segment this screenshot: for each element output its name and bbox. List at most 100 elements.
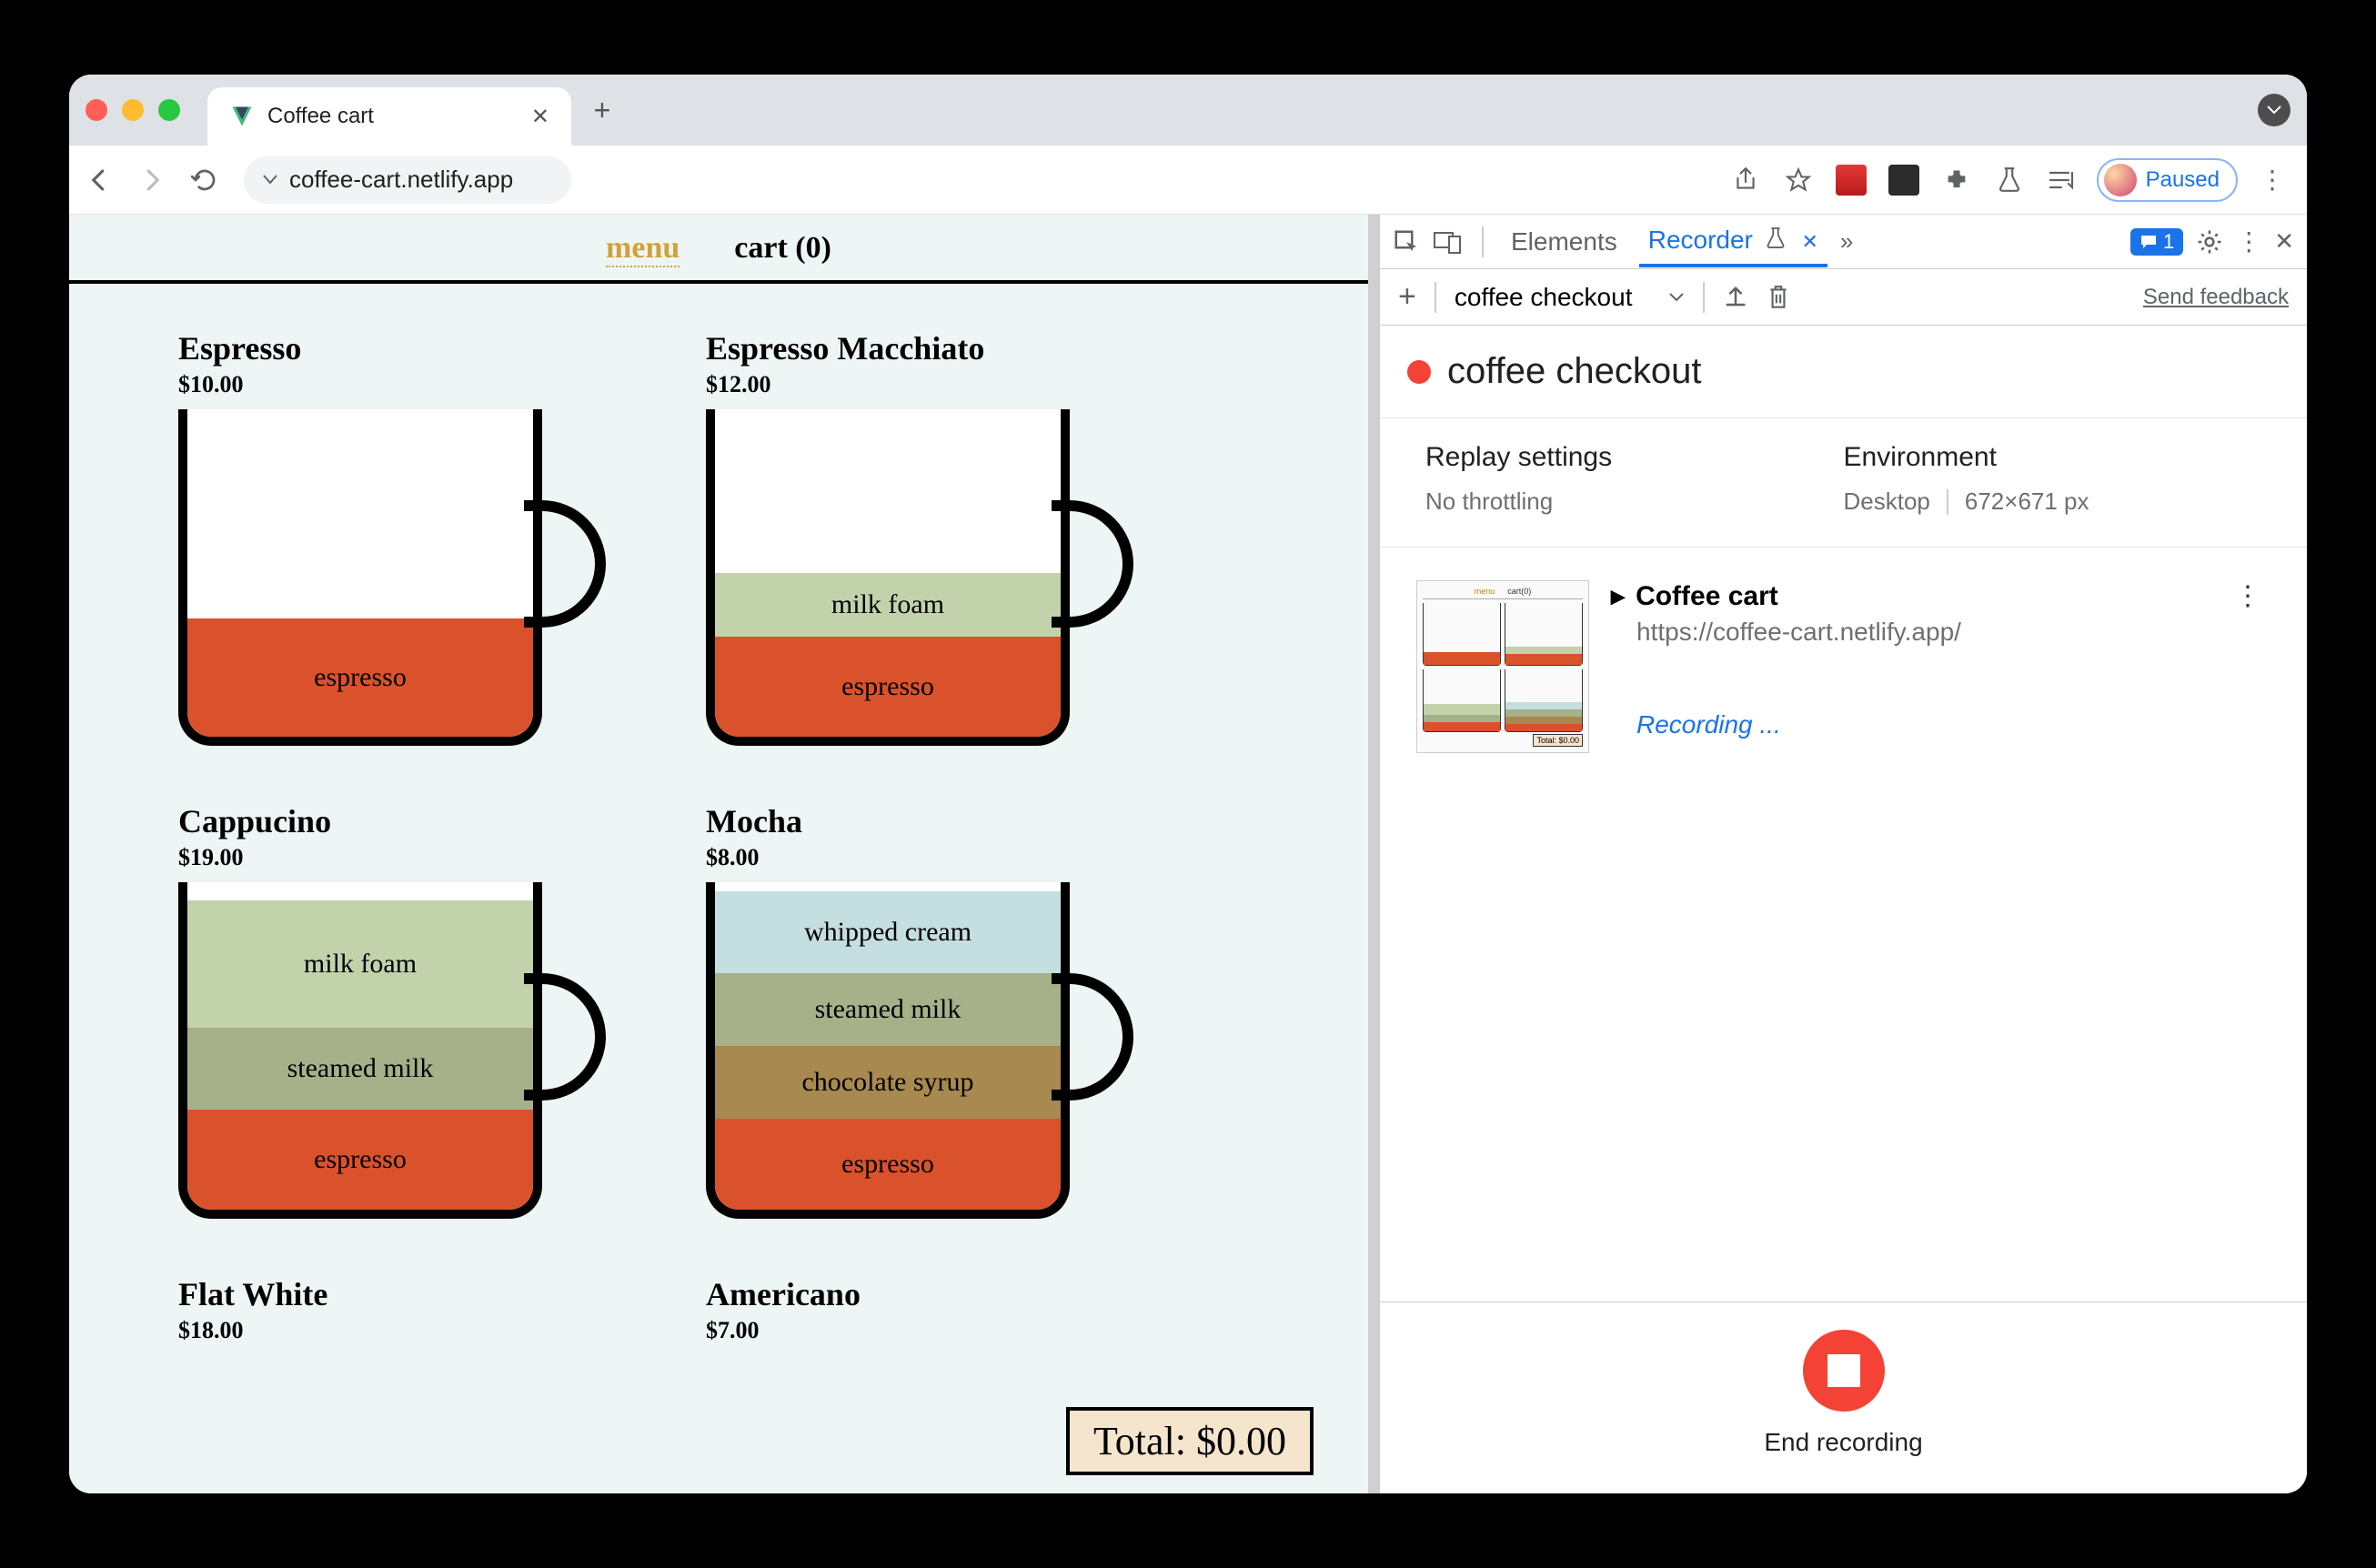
messages-badge[interactable]: 1 <box>2130 228 2183 256</box>
extension-icon-1[interactable] <box>1833 162 1869 198</box>
cup-layer: milk foam <box>715 573 1061 637</box>
cart-total[interactable]: Total: $0.00 <box>1066 1407 1314 1475</box>
browser-toolbar: coffee-cart.netlify.app Paused ⋮ <box>69 146 2307 215</box>
cup-layer: chocolate syrup <box>715 1046 1061 1119</box>
nav-cart-link[interactable]: cart (0) <box>734 231 831 267</box>
cup-layer: espresso <box>187 618 533 737</box>
replay-settings-heading: Replay settings <box>1425 442 1844 473</box>
product-card[interactable]: Mocha$8.00whipped creamsteamed milkchoco… <box>706 802 1179 1230</box>
step-menu-button[interactable]: ⋮ <box>2234 580 2261 612</box>
product-price: $8.00 <box>706 844 1179 871</box>
products-grid: Espresso$10.00espressoEspresso Macchiato… <box>69 284 1368 1390</box>
site-info-icon[interactable] <box>262 174 278 186</box>
divider <box>1482 226 1484 257</box>
forward-button[interactable] <box>138 166 175 194</box>
product-price: $10.00 <box>178 371 651 398</box>
browser-tab[interactable]: Coffee cart ✕ <box>207 87 571 146</box>
divider <box>1947 489 1948 515</box>
device-toggle-icon[interactable] <box>1433 229 1464 255</box>
extension-icon-2[interactable] <box>1886 162 1922 198</box>
cup-body: whipped creamsteamed milkchocolate syrup… <box>706 882 1070 1219</box>
product-price: $7.00 <box>706 1317 1179 1344</box>
extensions-puzzle-icon[interactable] <box>1938 162 1975 198</box>
nav-menu-link[interactable]: menu <box>606 231 680 267</box>
environment-size: 672×671 px <box>1965 487 2089 516</box>
close-window-button[interactable] <box>86 99 107 121</box>
devtools-splitter[interactable] <box>1368 215 1379 1493</box>
product-name: Americano <box>706 1275 1179 1313</box>
browser-window: Coffee cart ✕ + coffee-cart.netlify.app <box>69 75 2307 1493</box>
product-name: Cappucino <box>178 802 651 840</box>
cup-handle <box>524 500 606 628</box>
page-nav: menu cart (0) <box>69 215 1368 284</box>
back-button[interactable] <box>86 166 122 194</box>
replay-settings[interactable]: Replay settings No throttling <box>1425 442 1844 516</box>
recorder-footer: End recording <box>1380 1302 2307 1493</box>
reload-button[interactable] <box>191 166 227 194</box>
devtools-panel: Elements Recorder ✕ » 1 ⋮ ✕ <box>1379 215 2307 1493</box>
close-panel-icon[interactable]: ✕ <box>1801 230 1817 253</box>
cup-body: milk foamsteamed milkespresso <box>178 882 542 1219</box>
settings-gear-icon[interactable] <box>2196 228 2223 256</box>
product-card[interactable]: Flat White$18.00 <box>178 1275 651 1344</box>
cup-layer: espresso <box>715 637 1061 737</box>
elements-tab[interactable]: Elements <box>1502 218 1626 266</box>
recording-selector[interactable]: coffee checkout <box>1455 283 1686 312</box>
cup-layer: milk foam <box>187 900 533 1028</box>
environment-settings[interactable]: Environment Desktop 672×671 px <box>1844 442 2262 516</box>
send-feedback-link[interactable]: Send feedback <box>2143 285 2289 310</box>
product-price: $12.00 <box>706 371 1179 398</box>
recording-step: menucart(0) Total: $0.00 ▸ Coffee cart h… <box>1380 548 2307 786</box>
export-icon[interactable] <box>1723 284 1748 311</box>
settings-row: Replay settings No throttling Environmen… <box>1380 418 2307 548</box>
web-page: menu cart (0) Espresso$10.00espressoEspr… <box>69 215 1368 1493</box>
reading-list-icon[interactable] <box>2044 162 2080 198</box>
product-name: Espresso Macchiato <box>706 329 1179 367</box>
avatar-icon <box>2104 164 2137 196</box>
bookmark-star-icon[interactable] <box>1780 162 1817 198</box>
maximize-window-button[interactable] <box>158 99 180 121</box>
new-tab-button[interactable]: + <box>580 94 624 127</box>
chevron-down-icon <box>1668 292 1685 303</box>
product-price: $19.00 <box>178 844 651 871</box>
inspect-icon[interactable] <box>1393 228 1420 256</box>
recording-title-row: coffee checkout <box>1380 326 2307 418</box>
close-devtools-icon[interactable]: ✕ <box>2274 227 2294 256</box>
devtools-tab-bar: Elements Recorder ✕ » 1 ⋮ ✕ <box>1380 215 2307 269</box>
cup-illustration: espresso <box>178 409 606 757</box>
end-recording-button[interactable] <box>1803 1330 1885 1412</box>
cup-layer: espresso <box>187 1110 533 1210</box>
recording-indicator-icon <box>1407 360 1431 384</box>
environment-device: Desktop <box>1844 487 1930 516</box>
new-recording-button[interactable]: + <box>1398 279 1416 315</box>
product-card[interactable]: Cappucino $19.00 milk foamsteamed milkespr… <box>178 802 651 1230</box>
product-card[interactable]: Espresso Macchiato $12.00 milk foamespress… <box>706 329 1179 757</box>
product-card[interactable]: Americano $7.00 <box>706 1275 1179 1344</box>
product-price: $18.00 <box>178 1317 651 1344</box>
address-bar[interactable]: coffee-cart.netlify.app <box>244 156 571 204</box>
close-tab-icon[interactable]: ✕ <box>531 104 549 130</box>
cup-illustration: whipped creamsteamed milkchocolate syrup… <box>706 882 1133 1230</box>
devtools-menu-button[interactable]: ⋮ <box>2236 226 2261 256</box>
tab-title: Coffee cart <box>267 104 374 129</box>
paused-label: Paused <box>2146 167 2220 193</box>
product-card[interactable]: Espresso$10.00espresso <box>178 329 651 757</box>
minimize-window-button[interactable] <box>122 99 144 121</box>
cup-illustration: milk foamsteamed milkespresso <box>178 882 606 1230</box>
delete-icon[interactable] <box>1767 284 1790 311</box>
profile-paused-pill[interactable]: Paused <box>2097 158 2238 202</box>
share-icon[interactable] <box>1727 162 1764 198</box>
cup-layer: whipped cream <box>715 891 1061 973</box>
content-area: menu cart (0) Espresso$10.00espressoEspr… <box>69 215 2307 1493</box>
vue-favicon-icon <box>229 104 255 129</box>
cup-handle <box>524 973 606 1101</box>
more-tabs-icon[interactable]: » <box>1840 227 1853 256</box>
expand-step-icon[interactable]: ▸ <box>1611 580 1625 612</box>
tabs-menu-button[interactable] <box>2258 94 2290 126</box>
browser-menu-button[interactable]: ⋮ <box>2254 162 2290 198</box>
recording-title[interactable]: coffee checkout <box>1447 351 1701 392</box>
labs-flask-icon[interactable] <box>1991 162 2028 198</box>
end-recording-label: End recording <box>1764 1428 1922 1457</box>
recorder-tab[interactable]: Recorder ✕ <box>1639 216 1827 267</box>
step-header[interactable]: ▸ Coffee cart <box>1611 580 2270 612</box>
